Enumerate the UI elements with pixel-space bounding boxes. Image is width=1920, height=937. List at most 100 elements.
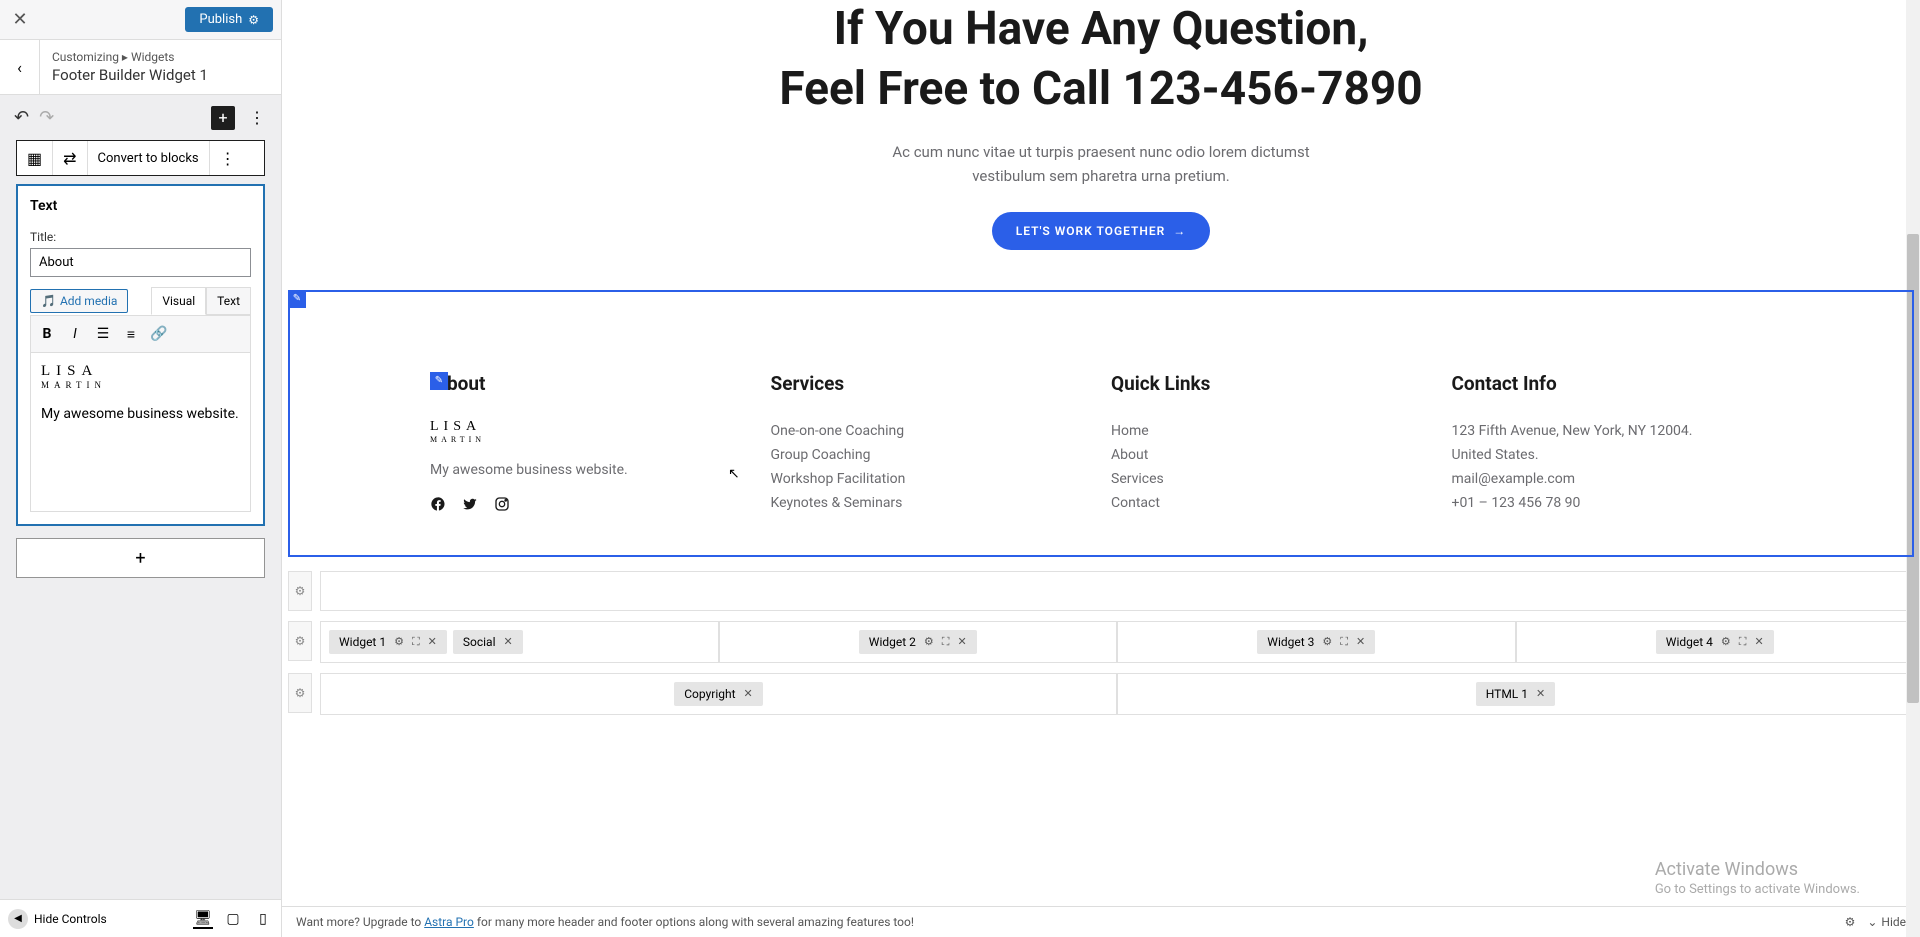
numbered-list-button[interactable]: ≡ — [119, 322, 143, 346]
expand-icon[interactable]: ⛶ — [412, 635, 420, 649]
visual-tab[interactable]: Visual — [151, 287, 206, 315]
close-icon[interactable]: ✕ — [1754, 635, 1763, 648]
list-item[interactable]: Group Coaching — [771, 443, 1092, 467]
facebook-icon[interactable] — [430, 496, 446, 512]
undo-button[interactable]: ↶ — [12, 105, 31, 130]
hide-controls-button[interactable]: ◀ Hide Controls — [8, 909, 107, 929]
list-item[interactable]: Services — [1111, 467, 1432, 491]
editor-body[interactable]: LISA MARTIN My awesome business website. — [30, 352, 251, 512]
list-item[interactable]: Contact — [1111, 491, 1432, 515]
publish-button[interactable]: Publish ⚙ — [185, 7, 273, 32]
instagram-icon[interactable] — [494, 496, 510, 512]
hero-title: If You Have Any Question, Feel Free to C… — [322, 0, 1880, 120]
list-item[interactable]: Keynotes & Seminars — [771, 491, 1092, 515]
mobile-view-button[interactable]: ▯ — [253, 909, 273, 929]
chevron-down-icon: ⌄ — [1867, 915, 1877, 929]
expand-icon[interactable]: ⛶ — [1739, 635, 1747, 649]
twitter-icon[interactable] — [462, 496, 478, 512]
quicklinks-heading: Quick Links — [1111, 372, 1432, 395]
list-item[interactable]: Workshop Facilitation — [771, 467, 1092, 491]
widget-chip[interactable]: Social ✕ — [453, 630, 523, 654]
list-item: +01 – 123 456 78 90 — [1452, 491, 1773, 515]
row-settings-icon[interactable]: ⚙ — [288, 673, 312, 713]
block-more-button[interactable]: ⋮ — [210, 141, 246, 175]
builder-cell[interactable]: Copyright ✕ — [320, 673, 1117, 715]
cta-button[interactable]: LET'S WORK TOGETHER → — [992, 212, 1211, 250]
more-options-button[interactable]: ⋮ — [245, 106, 269, 130]
social-icons — [430, 496, 751, 512]
breadcrumb-panel: ‹ Customizing ▸ Widgets Footer Builder W… — [0, 40, 281, 95]
windows-watermark: Activate Windows Go to Settings to activ… — [1655, 859, 1860, 897]
convert-to-blocks-button[interactable]: Convert to blocks — [88, 141, 210, 175]
gear-icon[interactable]: ⚙ — [1322, 635, 1332, 648]
close-icon[interactable]: ✕ — [428, 635, 437, 648]
footer-builder: ⚙ ⚙ Widget 1 ⚙ ⛶ ✕ Social — [288, 571, 1914, 725]
gear-icon[interactable]: ⚙ — [924, 635, 934, 648]
builder-cell[interactable]: HTML 1 ✕ — [1117, 673, 1914, 715]
desktop-view-button[interactable]: 🖥 — [193, 909, 213, 929]
hero-section: If You Have Any Question, Feel Free to C… — [282, 0, 1920, 290]
close-icon[interactable]: ✕ — [1356, 635, 1365, 648]
widget-chip[interactable]: Widget 1 ⚙ ⛶ ✕ — [329, 630, 447, 654]
arrow-right-icon: → — [1173, 224, 1186, 238]
footer-quicklinks-column: Quick Links Home About Services Contact — [1111, 372, 1432, 515]
row-settings-icon[interactable]: ⚙ — [288, 621, 312, 661]
close-icon[interactable]: ✕ — [1536, 687, 1545, 700]
collapse-icon: ◀ — [8, 909, 28, 929]
close-icon[interactable]: ✕ — [504, 635, 513, 648]
customizer-sidebar: ✕ Publish ⚙ ‹ Customizing ▸ Widgets Foot… — [0, 0, 282, 937]
list-item[interactable]: One-on-one Coaching — [771, 419, 1092, 443]
close-icon[interactable]: ✕ — [957, 635, 966, 648]
title-input[interactable] — [30, 248, 251, 277]
list-item[interactable]: mail@example.com — [1452, 467, 1773, 491]
close-button[interactable]: ✕ — [0, 0, 40, 40]
widget-chip[interactable]: Copyright ✕ — [674, 682, 762, 706]
edit-widget-icon[interactable]: ✎ — [430, 372, 448, 390]
widget-chip[interactable]: HTML 1 ✕ — [1476, 682, 1555, 706]
astra-pro-link[interactable]: Astra Pro — [424, 915, 474, 929]
back-button[interactable]: ‹ — [0, 40, 40, 95]
tablet-view-button[interactable]: ▢ — [223, 909, 243, 929]
contact-heading: Contact Info — [1452, 372, 1773, 395]
widget-chip[interactable]: Widget 2 ⚙ ⛶ ✕ — [859, 630, 977, 654]
hide-builder-button[interactable]: ⌄ Hide — [1867, 915, 1906, 929]
bullet-list-button[interactable]: ☰ — [91, 322, 115, 346]
link-button[interactable]: 🔗 — [147, 322, 171, 346]
footer-about-text: My awesome business website. — [430, 462, 751, 478]
gear-icon[interactable]: ⚙ — [394, 635, 404, 648]
edit-section-icon[interactable]: ✎ — [288, 290, 306, 308]
builder-row-bottom: ⚙ Copyright ✕ HTML 1 ✕ — [288, 673, 1914, 715]
add-block-button[interactable]: + — [211, 106, 235, 130]
list-item[interactable]: Home — [1111, 419, 1432, 443]
add-media-button[interactable]: 🎵 Add media — [30, 289, 128, 313]
builder-cell[interactable]: Widget 4 ⚙ ⛶ ✕ — [1516, 621, 1915, 663]
builder-cell[interactable] — [320, 571, 1914, 611]
text-tab[interactable]: Text — [206, 287, 251, 315]
builder-cell[interactable]: Widget 3 ⚙ ⛶ ✕ — [1117, 621, 1516, 663]
widget-chip[interactable]: Widget 4 ⚙ ⛶ ✕ — [1656, 630, 1774, 654]
block-toolbar: ▦ ⇄ Convert to blocks ⋮ — [16, 140, 265, 176]
widget-chip[interactable]: Widget 3 ⚙ ⛶ ✕ — [1257, 630, 1375, 654]
list-item: 123 Fifth Avenue, New York, NY 12004. — [1452, 419, 1773, 443]
add-widget-button[interactable]: + — [16, 538, 265, 578]
italic-button[interactable]: I — [63, 322, 87, 346]
builder-cell[interactable]: Widget 2 ⚙ ⛶ ✕ — [719, 621, 1118, 663]
builder-settings-icon[interactable]: ⚙ — [1845, 915, 1856, 929]
list-item[interactable]: About — [1111, 443, 1432, 467]
editor-toolbar: ↶ ↷ + ⋮ — [0, 95, 281, 140]
sidebar-header: ✕ Publish ⚙ — [0, 0, 281, 40]
builder-cell[interactable]: Widget 1 ⚙ ⛶ ✕ Social ✕ — [320, 621, 719, 663]
redo-button[interactable]: ↷ — [37, 105, 56, 130]
block-type-icon[interactable]: ▦ — [17, 141, 53, 175]
gear-icon[interactable]: ⚙ — [1721, 635, 1731, 648]
expand-icon[interactable]: ⛶ — [1340, 635, 1348, 649]
expand-icon[interactable]: ⛶ — [942, 635, 950, 649]
block-move-icon[interactable]: ⇄ — [53, 141, 87, 175]
sidebar-footer: ◀ Hide Controls 🖥 ▢ ▯ — [0, 899, 281, 937]
editor-text: My awesome business website. — [41, 406, 240, 422]
row-settings-icon[interactable]: ⚙ — [288, 571, 312, 611]
bold-button[interactable]: B — [35, 322, 59, 346]
upgrade-text: Want more? Upgrade to Astra Pro for many… — [296, 915, 914, 929]
services-heading: Services — [771, 372, 1092, 395]
close-icon[interactable]: ✕ — [744, 687, 753, 700]
